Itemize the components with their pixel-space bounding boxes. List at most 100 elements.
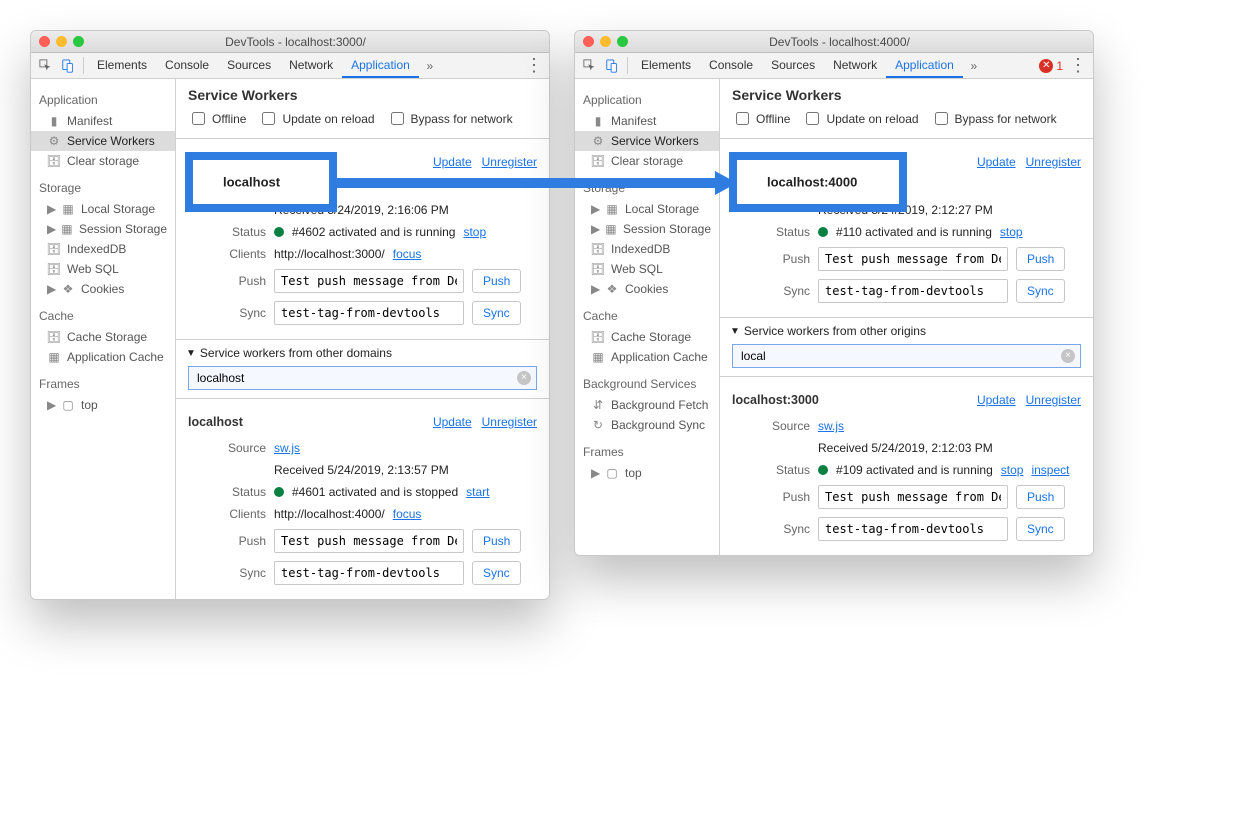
titlebar: DevTools - localhost:3000/ — [31, 31, 549, 53]
source-link[interactable]: sw.js — [818, 419, 844, 433]
sidebar-item-local-storage[interactable]: ▶▦Local Storage — [31, 199, 175, 219]
sidebar-item-local-storage[interactable]: ▶▦Local Storage — [575, 199, 719, 219]
sidebar-item-cache-storage[interactable]: 🗄Cache Storage — [575, 327, 719, 347]
sidebar-item-cache-storage[interactable]: 🗄Cache Storage — [31, 327, 175, 347]
source-link[interactable]: sw.js — [818, 181, 844, 195]
sidebar-item-session-storage[interactable]: ▶▦Session Storage — [575, 219, 719, 239]
sidebar-item-websql[interactable]: 🗄Web SQL — [31, 259, 175, 279]
focus-link[interactable]: focus — [393, 507, 422, 521]
sync-button[interactable]: Sync — [472, 301, 521, 325]
check-reload[interactable]: Update on reload — [802, 109, 918, 128]
tab-elements[interactable]: Elements — [88, 53, 156, 78]
sidebar-item-cookies[interactable]: ▶❖Cookies — [575, 279, 719, 299]
push-button[interactable]: Push — [1016, 485, 1065, 509]
sync-input[interactable] — [274, 301, 464, 325]
unregister-link[interactable]: Unregister — [482, 155, 537, 169]
tab-sources[interactable]: Sources — [218, 53, 280, 78]
check-reload[interactable]: Update on reload — [258, 109, 374, 128]
inspect-link[interactable]: inspect — [1031, 463, 1069, 477]
push-input[interactable] — [274, 269, 464, 293]
unregister-link[interactable]: Unregister — [1026, 155, 1081, 169]
tab-network[interactable]: Network — [280, 53, 342, 78]
tab-application[interactable]: Application — [886, 53, 963, 78]
sidebar-item-indexeddb[interactable]: 🗄IndexedDB — [575, 239, 719, 259]
inspect-icon[interactable] — [35, 53, 57, 78]
sync-input[interactable] — [274, 561, 464, 585]
filter-box: × — [188, 366, 537, 390]
sidebar-item-manifest[interactable]: ▮Manifest — [575, 111, 719, 131]
sidebar-item-service-workers[interactable]: ⚙Service Workers — [575, 131, 719, 151]
tab-sources[interactable]: Sources — [762, 53, 824, 78]
sync-input[interactable] — [818, 279, 1008, 303]
stop-link[interactable]: stop — [1001, 463, 1024, 477]
sidebar-item-top[interactable]: ▶▢top — [31, 395, 175, 415]
sidebar-item-bg-sync[interactable]: ↻Background Sync — [575, 415, 719, 435]
check-offline[interactable]: Offline — [732, 109, 790, 128]
sidebar-item-bg-fetch[interactable]: ⇵Background Fetch — [575, 395, 719, 415]
push-button[interactable]: Push — [472, 269, 521, 293]
unregister-link[interactable]: Unregister — [482, 415, 537, 429]
inspect-icon[interactable] — [579, 53, 601, 78]
start-link[interactable]: start — [466, 485, 489, 499]
source-link[interactable]: sw.js — [274, 441, 300, 455]
check-bypass[interactable]: Bypass for network — [387, 109, 513, 128]
caret-down-icon[interactable]: ▼ — [730, 326, 740, 337]
clear-icon[interactable]: × — [517, 371, 531, 385]
sync-input[interactable] — [818, 517, 1008, 541]
sync-button[interactable]: Sync — [472, 561, 521, 585]
update-link[interactable]: Update — [977, 155, 1016, 169]
push-button[interactable]: Push — [1016, 247, 1065, 271]
sidebar-item-manifest[interactable]: ▮Manifest — [31, 111, 175, 131]
sidebar-item-app-cache[interactable]: ▦Application Cache — [575, 347, 719, 367]
update-link[interactable]: Update — [433, 415, 472, 429]
sidebar-item-top[interactable]: ▶▢top — [575, 463, 719, 483]
tab-console[interactable]: Console — [156, 53, 218, 78]
sync-button[interactable]: Sync — [1016, 517, 1065, 541]
push-input[interactable] — [818, 247, 1008, 271]
unregister-link[interactable]: Unregister — [1026, 393, 1081, 407]
stop-link[interactable]: stop — [463, 225, 486, 239]
sidebar-item-websql[interactable]: 🗄Web SQL — [575, 259, 719, 279]
sidebar-item-clear-storage[interactable]: 🗄Clear storage — [31, 151, 175, 171]
database-icon: 🗄 — [47, 242, 61, 256]
tab-network[interactable]: Network — [824, 53, 886, 78]
tab-application[interactable]: Application — [342, 53, 419, 78]
focus-link[interactable]: focus — [393, 247, 422, 261]
sidebar-item-session-storage[interactable]: ▶▦Session Storage — [31, 219, 175, 239]
sync-button[interactable]: Sync — [1016, 279, 1065, 303]
kebab-icon[interactable]: ⋮ — [1067, 53, 1089, 78]
database-icon: 🗄 — [47, 330, 61, 344]
tab-console[interactable]: Console — [700, 53, 762, 78]
caret-down-icon[interactable]: ▼ — [186, 348, 196, 359]
more-tabs-icon[interactable]: » — [419, 53, 441, 78]
traffic-close-icon[interactable] — [39, 36, 50, 47]
sidebar-item-cookies[interactable]: ▶❖Cookies — [31, 279, 175, 299]
clear-icon[interactable]: × — [1061, 349, 1075, 363]
check-offline[interactable]: Offline — [188, 109, 246, 128]
kebab-icon[interactable]: ⋮ — [523, 53, 545, 78]
filter-input[interactable] — [188, 366, 537, 390]
stop-link[interactable]: stop — [1000, 225, 1023, 239]
error-badge[interactable]: ✕1 — [1035, 53, 1067, 78]
push-button[interactable]: Push — [472, 529, 521, 553]
device-icon[interactable] — [57, 53, 79, 78]
filter-input[interactable] — [732, 344, 1081, 368]
sidebar-group-application: Application — [575, 91, 719, 111]
push-input[interactable] — [274, 529, 464, 553]
device-icon[interactable] — [601, 53, 623, 78]
sidebar-item-indexeddb[interactable]: 🗄IndexedDB — [31, 239, 175, 259]
other-title: Service workers from other domains — [200, 346, 392, 360]
update-link[interactable]: Update — [433, 155, 472, 169]
update-link[interactable]: Update — [977, 393, 1016, 407]
sidebar-item-service-workers[interactable]: ⚙Service Workers — [31, 131, 175, 151]
filter-box: × — [732, 344, 1081, 368]
traffic-close-icon[interactable] — [583, 36, 594, 47]
check-bypass[interactable]: Bypass for network — [931, 109, 1057, 128]
sidebar-item-app-cache[interactable]: ▦Application Cache — [31, 347, 175, 367]
more-tabs-icon[interactable]: » — [963, 53, 985, 78]
database-icon: 🗄 — [591, 242, 605, 256]
push-input[interactable] — [818, 485, 1008, 509]
source-link[interactable]: sw.js — [274, 181, 300, 195]
database-icon: 🗄 — [591, 262, 605, 276]
tab-elements[interactable]: Elements — [632, 53, 700, 78]
